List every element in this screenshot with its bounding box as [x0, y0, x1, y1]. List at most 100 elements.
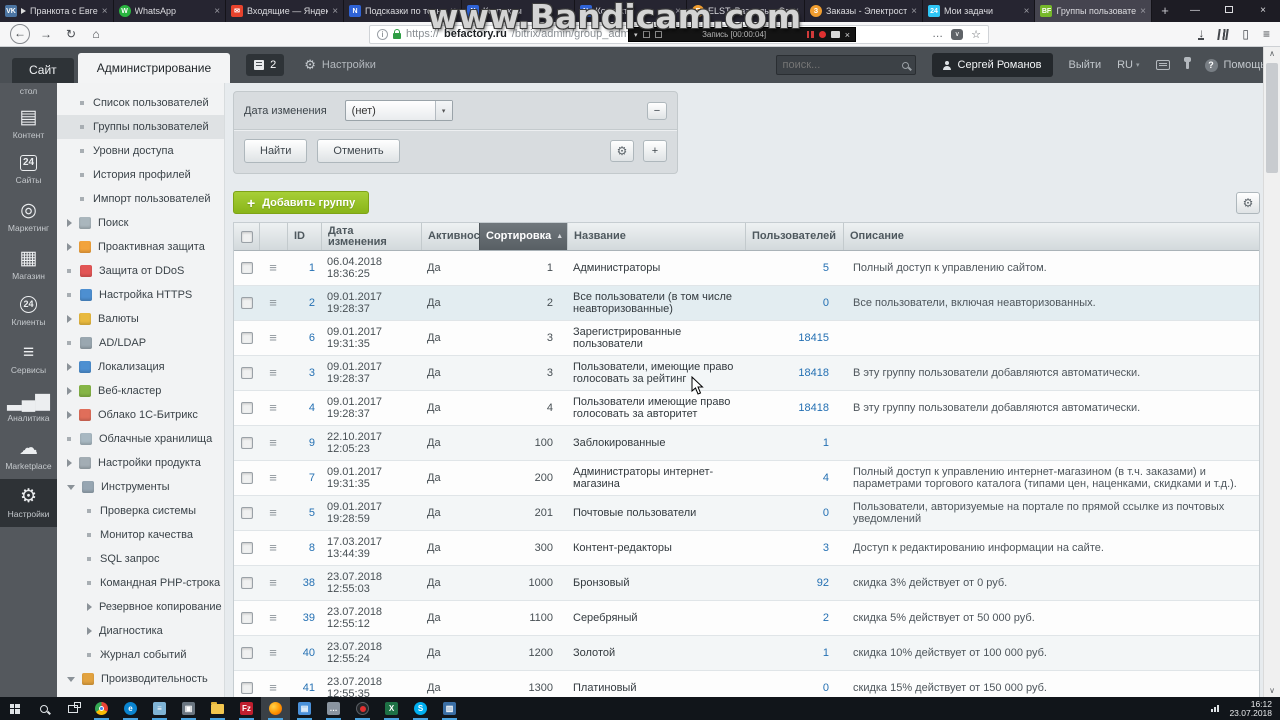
filter-find-button[interactable]: Найти — [244, 139, 308, 163]
tab-close-icon[interactable]: × — [1140, 6, 1146, 17]
table-row[interactable]: ≡ 8 17.03.2017 13:44:39 Да 300 Контент-редакто… — [234, 531, 1259, 566]
row-menu-icon[interactable]: ≡ — [269, 436, 277, 449]
row-checkbox[interactable] — [240, 472, 253, 484]
home-button[interactable]: ⌂ — [87, 27, 105, 41]
header-users[interactable]: Пользователей — [745, 223, 843, 250]
chrome-icon[interactable] — [87, 697, 116, 720]
rail-item[interactable]: ▤ Контент — [0, 100, 57, 148]
tab-administration[interactable]: Администрирование — [77, 53, 231, 83]
row-id-link[interactable]: 9 — [309, 437, 315, 449]
header-id[interactable]: ID — [287, 223, 321, 250]
row-menu-icon[interactable]: ≡ — [269, 401, 277, 414]
row-id-link[interactable]: 8 — [309, 542, 315, 554]
rail-item[interactable]: ▦ Магазин — [0, 241, 57, 289]
row-users-link[interactable]: 0 — [823, 297, 829, 309]
row-checkbox[interactable] — [240, 612, 253, 624]
row-users-link[interactable]: 18418 — [798, 402, 829, 414]
excel-icon[interactable]: X — [377, 697, 406, 720]
header-desc[interactable]: Описание — [843, 223, 1259, 250]
header-active[interactable]: Активность — [421, 223, 479, 250]
taskbar-search-button[interactable] — [29, 697, 58, 720]
rail-item[interactable]: 24 Сайты — [0, 148, 57, 193]
scrollbar-thumb[interactable] — [1266, 63, 1278, 173]
collapse-arrow-icon[interactable] — [67, 484, 75, 490]
expand-arrow-icon[interactable] — [67, 363, 72, 371]
back-button[interactable]: ← — [10, 24, 30, 44]
page-scrollbar[interactable]: ∧ ∨ — [1263, 47, 1280, 697]
window-maximize-button[interactable] — [1212, 0, 1246, 22]
rail-item[interactable]: ≡ Сервисы — [0, 335, 57, 383]
pin-icon[interactable] — [1183, 57, 1191, 69]
expand-arrow-icon[interactable] — [67, 243, 72, 251]
row-users-link[interactable]: 1 — [823, 647, 829, 659]
browser-menu-icon[interactable]: ≡ — [1263, 27, 1270, 41]
browser-tab[interactable]: ✉ Входящие — Яндек × — [226, 0, 345, 22]
expand-arrow-icon[interactable] — [67, 387, 72, 395]
browser-tab[interactable]: З Заказы - Электрост × — [805, 0, 923, 22]
sidebar-item[interactable]: История профилей — [57, 163, 224, 187]
new-tab-button[interactable]: + — [1152, 0, 1178, 22]
skype-icon[interactable]: S — [406, 697, 435, 720]
row-menu-icon[interactable]: ≡ — [269, 366, 277, 379]
desktop-mode-icon[interactable] — [1155, 60, 1170, 70]
row-id-link[interactable]: 40 — [303, 647, 315, 659]
recorder-close-icon[interactable]: × — [845, 30, 850, 40]
header-date[interactable]: Дата изменения — [321, 223, 421, 250]
header-select-all[interactable] — [234, 223, 259, 250]
browser-tab[interactable]: BF Группы пользовате × — [1035, 0, 1152, 22]
taskbar-clock[interactable]: 16:12 23.07.2018 — [1229, 699, 1272, 718]
sidebar-item[interactable]: Список пользователей — [57, 91, 224, 115]
pocket-icon[interactable]: ∨ — [951, 28, 964, 40]
tab-audio-icon[interactable] — [21, 8, 26, 14]
row-checkbox[interactable] — [240, 577, 253, 589]
admin-search-box[interactable] — [775, 55, 916, 75]
recorder-pause-icon[interactable] — [806, 31, 814, 38]
row-users-link[interactable]: 5 — [823, 262, 829, 274]
tab-site[interactable]: Сайт — [12, 58, 74, 83]
language-selector[interactable]: RU ▾ — [1117, 59, 1139, 71]
sidebar-item[interactable]: Валюты — [57, 307, 224, 331]
row-users-link[interactable]: 0 — [823, 507, 829, 519]
header-sort[interactable]: Сортировка ▲ — [479, 223, 567, 250]
rail-item[interactable]: стол — [0, 83, 57, 100]
expand-arrow-icon[interactable] — [67, 315, 72, 323]
messenger-icon[interactable]: … — [319, 697, 348, 720]
row-users-link[interactable]: 4 — [823, 472, 829, 484]
row-users-link[interactable]: 3 — [823, 542, 829, 554]
row-id-link[interactable]: 4 — [309, 402, 315, 414]
table-row[interactable]: ≡ 38 23.07.2018 12:55:03 Да 1000 Бронзовый 92 ск… — [234, 566, 1259, 601]
row-checkbox[interactable] — [240, 507, 253, 519]
row-checkbox[interactable] — [240, 297, 253, 309]
sidebar-item[interactable]: Импорт пользователей — [57, 187, 224, 211]
sidebar-item[interactable]: Настройки продукта — [57, 451, 224, 475]
sidebar-item[interactable]: Монитор качества — [57, 523, 224, 547]
browser-tab[interactable]: VK Пранкота с Евге × — [0, 0, 114, 22]
tab-close-icon[interactable]: × — [911, 6, 917, 17]
row-checkbox[interactable] — [240, 542, 253, 554]
row-menu-icon[interactable]: ≡ — [269, 331, 277, 344]
sidebar-item[interactable]: SQL запрос — [57, 547, 224, 571]
page-actions-icon[interactable]: … — [932, 28, 943, 40]
sidebar-item[interactable]: Настройка HTTPS — [57, 283, 224, 307]
firefox-icon[interactable] — [261, 697, 290, 720]
rail-item[interactable]: ☁ Marketplace — [0, 431, 57, 479]
downloads-icon[interactable]: ↓ — [1198, 27, 1205, 40]
table-row[interactable]: ≡ 3 09.01.2017 19:28:37 Да 3 Пользователи, име… — [234, 356, 1259, 391]
row-menu-icon[interactable]: ≡ — [269, 576, 277, 589]
sidebar-item[interactable]: Группы пользователей — [57, 115, 224, 139]
row-menu-icon[interactable]: ≡ — [269, 296, 277, 309]
bandicam-icon[interactable] — [348, 697, 377, 720]
table-settings-button[interactable]: ⚙ — [1236, 191, 1260, 214]
current-user-button[interactable]: Сергей Романов — [931, 53, 1053, 77]
row-menu-icon[interactable]: ≡ — [269, 611, 277, 624]
row-menu-icon[interactable]: ≡ — [269, 261, 277, 274]
row-checkbox[interactable] — [240, 437, 253, 449]
bookmark-star-icon[interactable]: ☆ — [971, 28, 981, 41]
sidebar-item[interactable]: AD/LDAP — [57, 331, 224, 355]
row-id-link[interactable]: 5 — [309, 507, 315, 519]
row-users-link[interactable]: 18418 — [798, 367, 829, 379]
header-name[interactable]: Название — [567, 223, 745, 250]
row-users-link[interactable]: 92 — [817, 577, 829, 589]
rail-item[interactable]: ▂▄▆ Аналитика — [0, 383, 57, 431]
sidebar-item[interactable]: Журнал событий — [57, 643, 224, 667]
